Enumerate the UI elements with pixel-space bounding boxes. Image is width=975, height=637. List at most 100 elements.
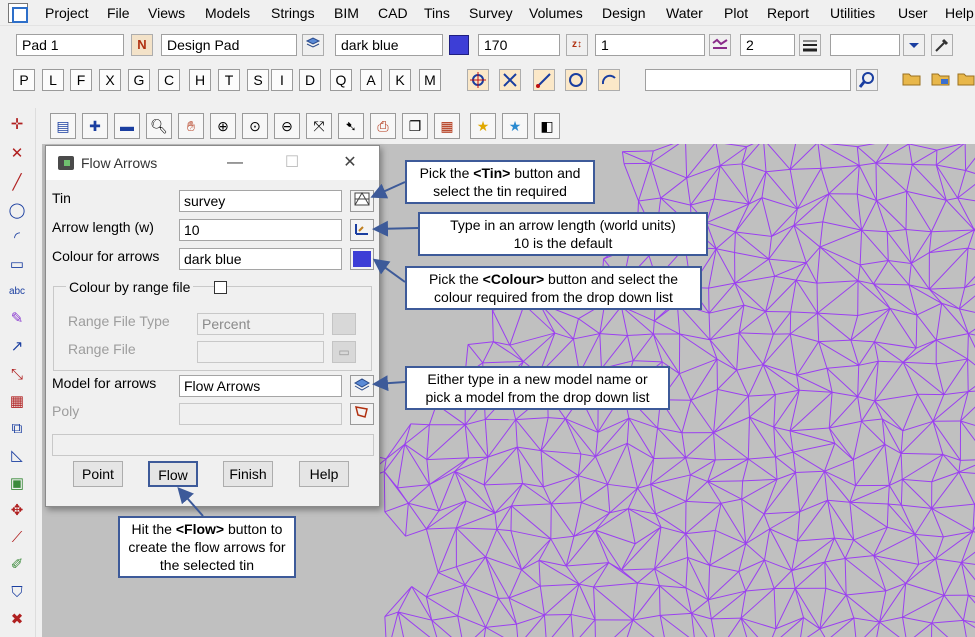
zoom-plus-icon[interactable]: ⊕ xyxy=(210,113,236,139)
n-button[interactable]: N xyxy=(131,34,153,56)
model-input[interactable]: Flow Arrows xyxy=(179,375,342,397)
star-blue-icon[interactable]: ★ xyxy=(502,113,528,139)
image-tool-icon[interactable]: ▣ xyxy=(6,473,28,495)
menu-plot[interactable]: Plot xyxy=(724,5,748,21)
menu-strings[interactable]: Strings xyxy=(271,5,315,21)
lineweight-icon[interactable] xyxy=(799,34,821,56)
shield-tool-icon[interactable]: ⛉ xyxy=(6,582,28,604)
zoom-out-minus-icon[interactable]: ▬ xyxy=(114,113,140,139)
snap-arc-icon[interactable] xyxy=(598,69,620,91)
snap-intersection-icon[interactable] xyxy=(499,69,521,91)
arrow-length-input[interactable]: 10 xyxy=(179,219,342,241)
folder-settings-icon[interactable] xyxy=(957,69,975,91)
style-field[interactable]: 1 xyxy=(595,34,705,56)
colour-button[interactable] xyxy=(350,248,374,270)
menu-cad[interactable]: CAD xyxy=(378,5,408,21)
paint-tool-icon[interactable]: ✐ xyxy=(6,554,28,576)
close-icon[interactable]: ✕ xyxy=(335,150,365,176)
grid-icon[interactable]: ▦ xyxy=(434,113,460,139)
brush-tool-icon[interactable]: ✎ xyxy=(6,308,28,330)
letter-p-button[interactable]: P xyxy=(13,69,35,91)
plot-icon[interactable]: ⎙ xyxy=(370,113,396,139)
text-tool-icon[interactable]: abc xyxy=(6,281,28,303)
model-picker-button[interactable] xyxy=(350,375,374,397)
measure-tool-icon[interactable]: ⤡ xyxy=(6,364,28,386)
ruler-tool-icon[interactable]: ⟋ xyxy=(6,527,28,549)
snap-point-icon[interactable] xyxy=(467,69,489,91)
point-tool-icon[interactable]: ✛ xyxy=(6,114,28,136)
menu-user[interactable]: User xyxy=(898,5,928,21)
name-field[interactable]: Pad 1 xyxy=(16,34,124,56)
letter-i-button[interactable]: I xyxy=(271,69,293,91)
linestyle-icon[interactable] xyxy=(709,34,731,56)
window-icon[interactable]: ❐ xyxy=(402,113,428,139)
letter-x-button[interactable]: X xyxy=(99,69,121,91)
arc-tool-icon[interactable]: ◜ xyxy=(6,227,28,249)
arrow-length-button[interactable] xyxy=(350,219,374,241)
zoom-icon[interactable]: 🔍︎ xyxy=(146,113,172,139)
colour-field[interactable]: dark blue xyxy=(335,34,443,56)
help-button[interactable]: Help xyxy=(299,461,349,487)
zoom-window-icon[interactable]: ⊙ xyxy=(242,113,268,139)
dialog-titlebar[interactable]: Flow Arrows — ☐ ✕ xyxy=(46,146,379,180)
dropdown-icon[interactable] xyxy=(903,34,925,56)
pick-tool-icon[interactable]: ➷ xyxy=(338,113,364,139)
dimension-tool-icon[interactable]: ↗ xyxy=(6,336,28,358)
star-yellow-icon[interactable]: ★ xyxy=(470,113,496,139)
weight-field[interactable]: 2 xyxy=(740,34,795,56)
letter-k-button[interactable]: K xyxy=(389,69,411,91)
menu-bim[interactable]: BIM xyxy=(334,5,359,21)
letter-h-button[interactable]: H xyxy=(189,69,211,91)
view-properties-icon[interactable]: ▤ xyxy=(50,113,76,139)
colour-input[interactable]: dark blue xyxy=(179,248,342,270)
layers-icon[interactable] xyxy=(302,34,324,56)
search-input[interactable] xyxy=(645,69,851,91)
zoom-minus-icon[interactable]: ⊖ xyxy=(274,113,300,139)
cross-tool-icon[interactable]: ✕ xyxy=(6,143,28,165)
letter-a-button[interactable]: A xyxy=(360,69,382,91)
search-icon[interactable] xyxy=(856,69,878,91)
tin-input[interactable]: survey xyxy=(179,190,342,212)
poly-picker-button[interactable] xyxy=(350,403,374,425)
menu-volumes[interactable]: Volumes xyxy=(529,5,583,21)
height-icon[interactable]: z↕ xyxy=(566,34,588,56)
letter-d-button[interactable]: D xyxy=(299,69,321,91)
pan-hand-icon[interactable]: ✋︎ xyxy=(178,113,204,139)
shape-tool-icon[interactable]: ◺ xyxy=(6,445,28,467)
letter-c-button[interactable]: C xyxy=(158,69,180,91)
menu-views[interactable]: Views xyxy=(148,5,185,21)
menu-water[interactable]: Water xyxy=(666,5,703,21)
circle-tool-icon[interactable]: ◯ xyxy=(6,200,28,222)
letter-l-button[interactable]: L xyxy=(42,69,64,91)
number-field[interactable]: 170 xyxy=(478,34,560,56)
folder-icon[interactable] xyxy=(901,69,923,91)
model-field[interactable]: Design Pad xyxy=(161,34,297,56)
panel-icon[interactable]: ◧ xyxy=(534,113,560,139)
menu-design[interactable]: Design xyxy=(602,5,646,21)
minimize-icon[interactable]: — xyxy=(220,150,250,176)
letter-s-button[interactable]: S xyxy=(247,69,269,91)
letter-t-button[interactable]: T xyxy=(218,69,240,91)
tin-picker-button[interactable] xyxy=(350,190,374,212)
pan-cross-icon[interactable]: ⤧ xyxy=(306,113,332,139)
finish-button[interactable]: Finish xyxy=(223,461,273,487)
folder-edit-icon[interactable] xyxy=(930,69,952,91)
menu-help[interactable]: Help xyxy=(945,5,974,21)
menu-project[interactable]: Project xyxy=(45,5,89,21)
menu-survey[interactable]: Survey xyxy=(469,5,513,21)
letter-g-button[interactable]: G xyxy=(128,69,150,91)
delete-tool-icon[interactable]: ✖ xyxy=(6,609,28,631)
menu-models[interactable]: Models xyxy=(205,5,250,21)
eyedropper-icon[interactable] xyxy=(931,34,953,56)
snap-circle-icon[interactable] xyxy=(565,69,587,91)
table-tool-icon[interactable]: ▦ xyxy=(6,391,28,413)
letter-q-button[interactable]: Q xyxy=(330,69,352,91)
zoom-in-plus-icon[interactable]: ✚ xyxy=(82,113,108,139)
blank-field[interactable] xyxy=(830,34,900,56)
move-tool-icon[interactable]: ✥ xyxy=(6,500,28,522)
rectangle-tool-icon[interactable]: ▭ xyxy=(6,254,28,276)
line-tool-icon[interactable]: ╱ xyxy=(6,172,28,194)
menu-utilities[interactable]: Utilities xyxy=(830,5,875,21)
letter-m-button[interactable]: M xyxy=(419,69,441,91)
letter-f-button[interactable]: F xyxy=(70,69,92,91)
